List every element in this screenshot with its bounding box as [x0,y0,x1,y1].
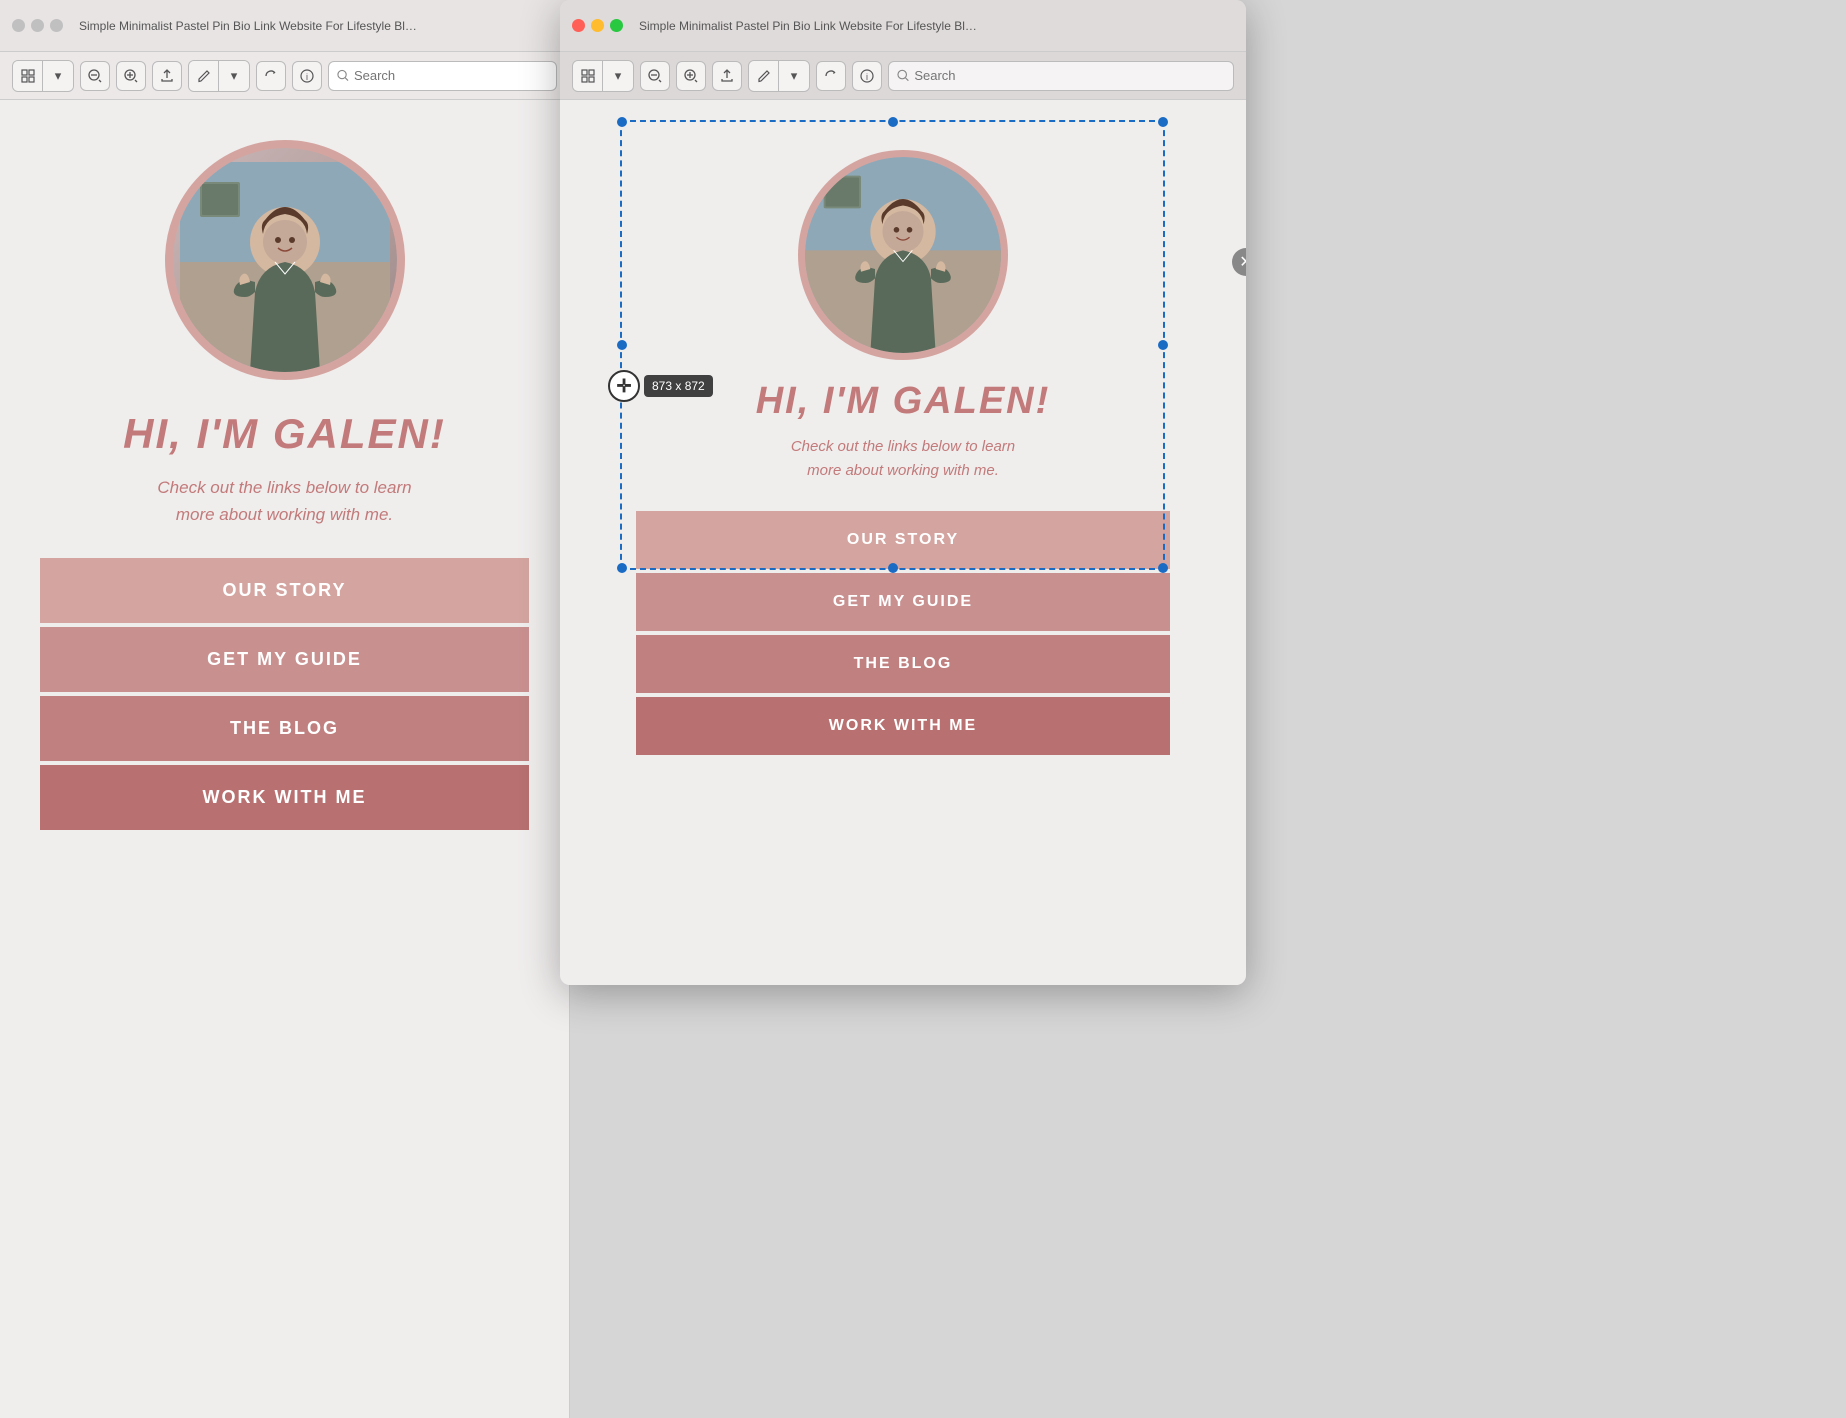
left-window: Simple Minimalist Pastel Pin Bio Link We… [0,0,570,1418]
left-markup-group[interactable]: ▾ [188,60,250,92]
left-view-btn-2[interactable]: ▾ [43,61,73,91]
left-close-button[interactable] [12,19,25,32]
left-info-btn[interactable]: i [292,61,322,91]
right-search-bar[interactable] [888,61,1234,91]
right-person-illustration [805,157,1001,353]
right-info-btn[interactable]: i [852,61,882,91]
left-get-my-guide-btn[interactable]: GET MY GUIDE [40,627,529,692]
left-avatar-inner [173,148,397,372]
left-person-illustration [180,162,390,372]
right-button-list: OUR STORY GET MY GUIDE THE BLOG WORK WIT… [636,511,1169,755]
left-heading: HI, I'M GALEN! [123,410,446,458]
left-markup-dropdown[interactable]: ▾ [219,61,249,91]
left-markup-btn[interactable] [189,61,219,91]
right-zoom-out-btn[interactable] [640,61,670,91]
left-zoom-out-btn[interactable] [80,61,110,91]
right-get-my-guide-btn[interactable]: GET MY GUIDE [636,573,1169,631]
handle-top-right[interactable] [1158,117,1168,127]
left-minimize-button[interactable] [31,19,44,32]
left-titlebar: Simple Minimalist Pastel Pin Bio Link We… [0,0,569,52]
right-the-blog-btn[interactable]: THE BLOG [636,635,1169,693]
handle-bottom-left[interactable] [617,563,627,573]
left-our-story-btn[interactable]: OUR STORY [40,558,529,623]
handle-top-left[interactable] [617,117,627,127]
right-traffic-lights [572,19,623,32]
right-avatar [798,150,1008,360]
right-view-dropdown[interactable]: ▾ [603,61,633,91]
left-page-content: HI, I'M GALEN! Check out the links below… [0,100,569,1418]
right-window: Simple Minimalist Pastel Pin Bio Link We… [560,0,1246,985]
left-window-title: Simple Minimalist Pastel Pin Bio Link We… [79,19,419,33]
right-markup-btn[interactable] [749,61,779,91]
left-avatar [165,140,405,380]
handle-middle-right[interactable] [1158,340,1168,350]
left-work-with-me-btn[interactable]: WORK WITH ME [40,765,529,830]
right-share-btn[interactable] [712,61,742,91]
left-the-blog-btn[interactable]: THE BLOG [40,696,529,761]
left-subtext: Check out the links below to learnmore a… [157,474,411,528]
right-zoom-in-btn[interactable] [676,61,706,91]
handle-middle-left[interactable] [617,340,627,350]
search-icon-left [337,69,349,82]
right-close-button[interactable] [572,19,585,32]
left-toolbar: ▾ ▾ i [0,52,569,100]
svg-text:i: i [866,72,868,82]
left-rotate-btn[interactable] [256,61,286,91]
right-avatar-inner [805,157,1001,353]
right-work-with-me-btn[interactable]: WORK WITH ME [636,697,1169,755]
right-window-title: Simple Minimalist Pastel Pin Bio Link We… [639,19,979,33]
right-view-toggle[interactable]: ▾ [572,60,634,92]
right-maximize-button[interactable] [610,19,623,32]
dimension-tooltip: 873 x 872 [644,375,713,397]
search-icon-right [897,69,909,82]
left-search-bar[interactable] [328,61,557,91]
right-our-story-btn[interactable]: OUR STORY [636,511,1169,569]
left-button-list: OUR STORY GET MY GUIDE THE BLOG WORK WIT… [40,558,529,830]
right-markup-dropdown[interactable]: ▾ [779,61,809,91]
left-share-btn[interactable] [152,61,182,91]
right-markup-group[interactable]: ▾ [748,60,810,92]
left-view-toggle[interactable]: ▾ [12,60,74,92]
right-rotate-btn[interactable] [816,61,846,91]
move-cursor-indicator: ✛ 873 x 872 [608,370,713,402]
right-heading: HI, I'M GALEN! [756,380,1051,423]
handle-top-middle[interactable] [888,117,898,127]
right-minimize-button[interactable] [591,19,604,32]
crosshair-cursor: ✛ [608,370,640,402]
left-maximize-button[interactable] [50,19,63,32]
svg-text:i: i [306,72,308,82]
right-page-content: ✛ 873 x 872 [560,100,1246,985]
left-traffic-lights [12,19,63,32]
right-titlebar: Simple Minimalist Pastel Pin Bio Link We… [560,0,1246,52]
right-view-btn-1[interactable] [573,61,603,91]
left-zoom-in-btn[interactable] [116,61,146,91]
left-search-input[interactable] [354,68,548,83]
right-subtext: Check out the links below to learnmore a… [791,435,1015,483]
right-search-input[interactable] [914,68,1225,83]
left-view-btn-1[interactable] [13,61,43,91]
right-toolbar: ▾ ▾ i [560,52,1246,100]
